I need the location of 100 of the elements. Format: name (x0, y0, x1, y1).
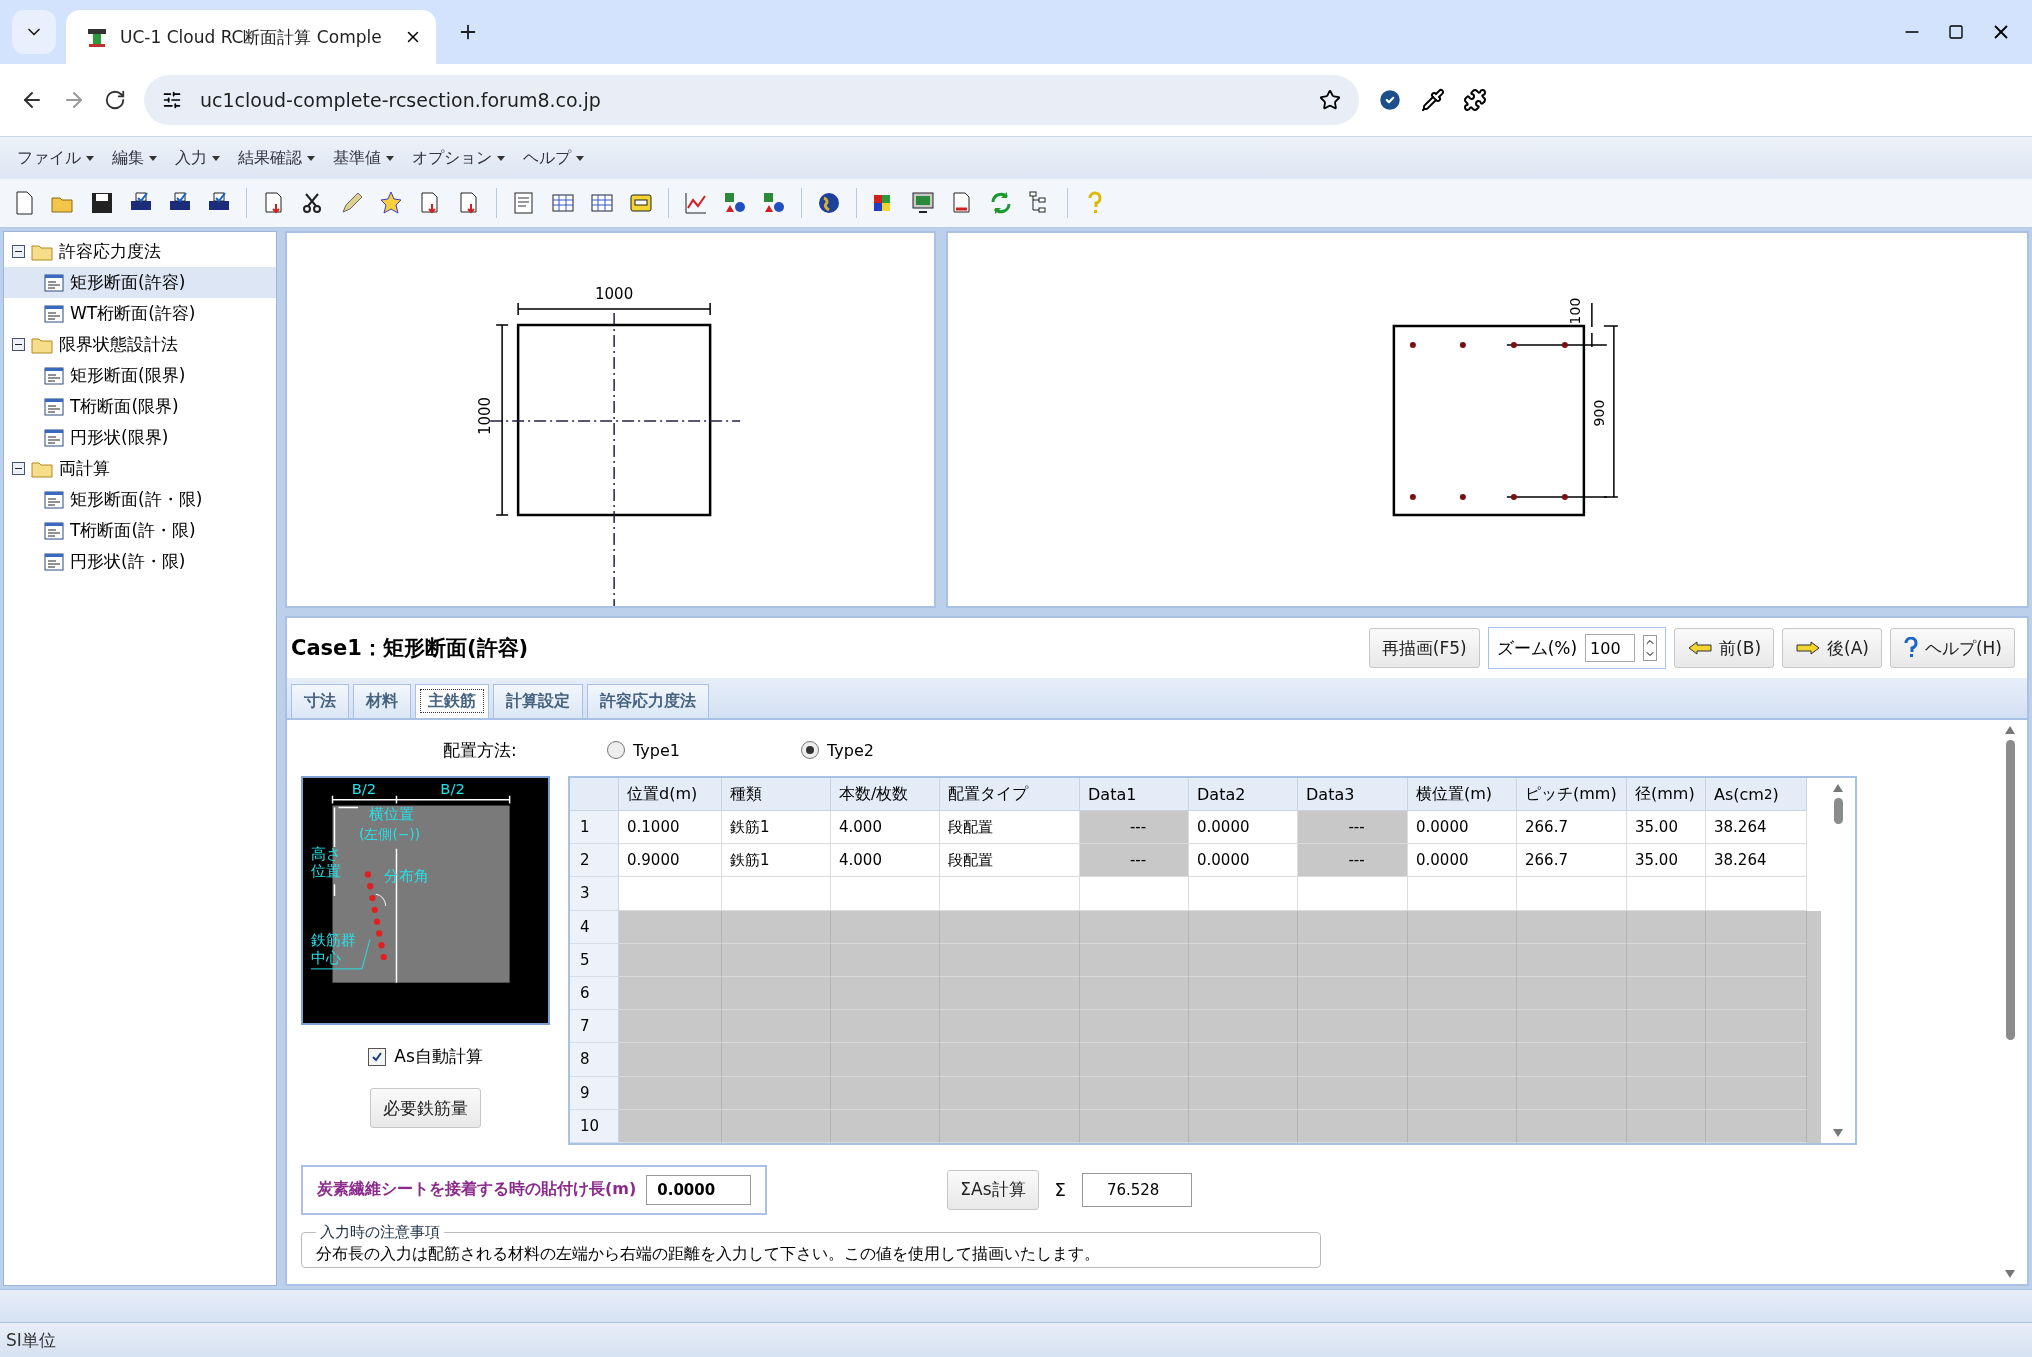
table-cell[interactable] (1517, 877, 1627, 911)
tree-item[interactable]: 円形状(限界) (4, 422, 276, 453)
column-header: 位置d(m) (619, 778, 722, 811)
tree-item[interactable]: T桁断面(限界) (4, 391, 276, 422)
table-cell[interactable] (1408, 877, 1517, 911)
collapse-icon[interactable] (12, 462, 25, 475)
menu-item[interactable]: オプション (403, 138, 514, 178)
tree-item[interactable]: 矩形断面(許・限) (4, 484, 276, 515)
scroll-down-icon[interactable] (2005, 1270, 2015, 1278)
scroll-thumb[interactable] (2005, 740, 2015, 1040)
tree-item[interactable]: WT桁断面(許容) (4, 298, 276, 329)
site-settings-icon[interactable] (162, 90, 182, 110)
radio-icon[interactable] (607, 741, 625, 759)
row-number: 1 (570, 811, 619, 845)
case-title: Case1：矩形断面(許容) (291, 635, 530, 662)
caret-icon (576, 155, 584, 161)
zoom-control[interactable]: ズーム(%) 100 (1487, 627, 1667, 669)
rebar-dot (1511, 494, 1518, 500)
scroll-thumb[interactable] (1833, 798, 1843, 824)
table-cell[interactable] (831, 877, 940, 911)
column-header: 径(mm) (1627, 778, 1706, 811)
menu-item[interactable]: 編集 (103, 138, 166, 178)
table-cell[interactable] (1189, 877, 1298, 911)
address-bar[interactable]: uc1cloud-complete-rcsection.forum8.co.jp (144, 75, 1359, 125)
tree-item[interactable]: T桁断面(許・限) (4, 515, 276, 546)
caret-icon (212, 155, 220, 161)
tab[interactable]: 材料 (353, 684, 411, 718)
eyedropper-icon[interactable] (1421, 88, 1445, 112)
tab-list-button[interactable] (12, 10, 56, 54)
tree-item[interactable]: 許容応力度法 (4, 236, 276, 267)
document-icon (44, 273, 64, 292)
tree-label: 限界状態設計法 (59, 333, 178, 356)
spin-buttons[interactable] (1643, 635, 1658, 661)
table-cell[interactable] (1706, 877, 1807, 911)
reload-icon[interactable] (104, 89, 126, 111)
extensions-icon[interactable] (1463, 88, 1487, 112)
table-cell[interactable] (1080, 877, 1189, 911)
radio-option[interactable]: Type1 (607, 740, 757, 760)
folder-icon (31, 335, 53, 354)
checkbox[interactable] (368, 1047, 387, 1066)
table-cell[interactable] (940, 877, 1080, 911)
dimension-label: 1000 (595, 285, 634, 303)
dimension-label: 900 (1591, 399, 1608, 427)
row-number: 2 (570, 844, 619, 878)
tree-label: T桁断面(許・限) (70, 519, 196, 542)
collapse-icon[interactable] (12, 245, 25, 258)
dimension-label: 100 (1567, 297, 1584, 325)
scroll-down-icon[interactable] (1833, 1128, 1843, 1137)
redraw-button[interactable]: 再描画(F5) (1368, 628, 1480, 668)
table-cell[interactable] (722, 877, 831, 911)
tree-label: 矩形断面(限界) (70, 364, 186, 387)
app-logo-icon (86, 26, 108, 48)
table-cell[interactable] (1298, 877, 1408, 911)
sum-input[interactable]: 76.528 (1081, 1172, 1192, 1207)
zoom-input[interactable]: 100 (1585, 634, 1636, 662)
tab[interactable]: 主鉄筋 (415, 684, 489, 718)
checkbox-option[interactable]: As自動計算 (368, 1045, 483, 1068)
help-button[interactable]: ヘルプ(H) (1889, 628, 2015, 668)
tab[interactable]: 寸法 (291, 684, 349, 718)
sum-as-button[interactable]: ΣAs計算 (947, 1169, 1039, 1210)
table-cell[interactable] (619, 877, 722, 911)
menu-item[interactable]: 基準値 (324, 138, 403, 178)
tree-item[interactable]: 両計算 (4, 453, 276, 484)
document-icon (44, 397, 64, 416)
radio-option[interactable]: Type2 (801, 740, 951, 760)
notes-text: 分布長の入力は配筋される材料の左端から右端の距離を入力して下さい。この値を使用して描画いたします。 (316, 1243, 1101, 1265)
tree-item[interactable]: 限界状態設計法 (4, 329, 276, 360)
collapse-icon[interactable] (12, 338, 25, 351)
tab-title: UC-1 Cloud RC断面計算 Comple (120, 25, 383, 49)
maximize-icon[interactable] (1948, 24, 1964, 40)
browser-tab[interactable]: UC-1 Cloud RC断面計算 Comple (66, 10, 436, 64)
next-button[interactable]: 後(A) (1782, 628, 1882, 668)
check-circle-icon[interactable] (1377, 87, 1403, 113)
length-input[interactable]: 0.0000 (646, 1174, 752, 1205)
tree-item[interactable]: 矩形断面(限界) (4, 360, 276, 391)
rebar-dot (1562, 342, 1569, 348)
tab[interactable]: 計算設定 (493, 684, 583, 718)
column-header: Data2 (1189, 778, 1298, 811)
folder-icon (31, 242, 53, 261)
menu-item[interactable]: 入力 (166, 138, 229, 178)
table-cell[interactable] (1627, 877, 1706, 911)
required-rebar-button[interactable]: 必要鉄筋量 (370, 1088, 481, 1128)
previous-button[interactable]: 前(B) (1674, 628, 1775, 668)
tab[interactable]: 許容応力度法 (587, 684, 709, 718)
menu-item[interactable]: 結果確認 (229, 138, 324, 178)
menu-item[interactable]: ファイル (8, 138, 103, 178)
column-header: 本数/枚数 (831, 778, 940, 811)
row-number: 7 (570, 1010, 619, 1044)
tree-label: T桁断面(限界) (70, 395, 179, 418)
radio-icon[interactable] (801, 741, 819, 759)
bookmark-star-icon[interactable] (1319, 89, 1341, 111)
menu-item[interactable]: ヘルプ (514, 138, 593, 178)
tree-item[interactable]: 円形状(許・限) (4, 546, 276, 577)
row-number: 10 (570, 1109, 619, 1143)
row-number: 3 (570, 877, 619, 911)
tree-item[interactable]: 矩形断面(許容) (4, 267, 276, 298)
scroll-up-icon[interactable] (2005, 726, 2015, 734)
tree-label: WT桁断面(許容) (70, 302, 196, 325)
caret-icon (149, 155, 157, 161)
scroll-up-icon[interactable] (1833, 784, 1843, 792)
